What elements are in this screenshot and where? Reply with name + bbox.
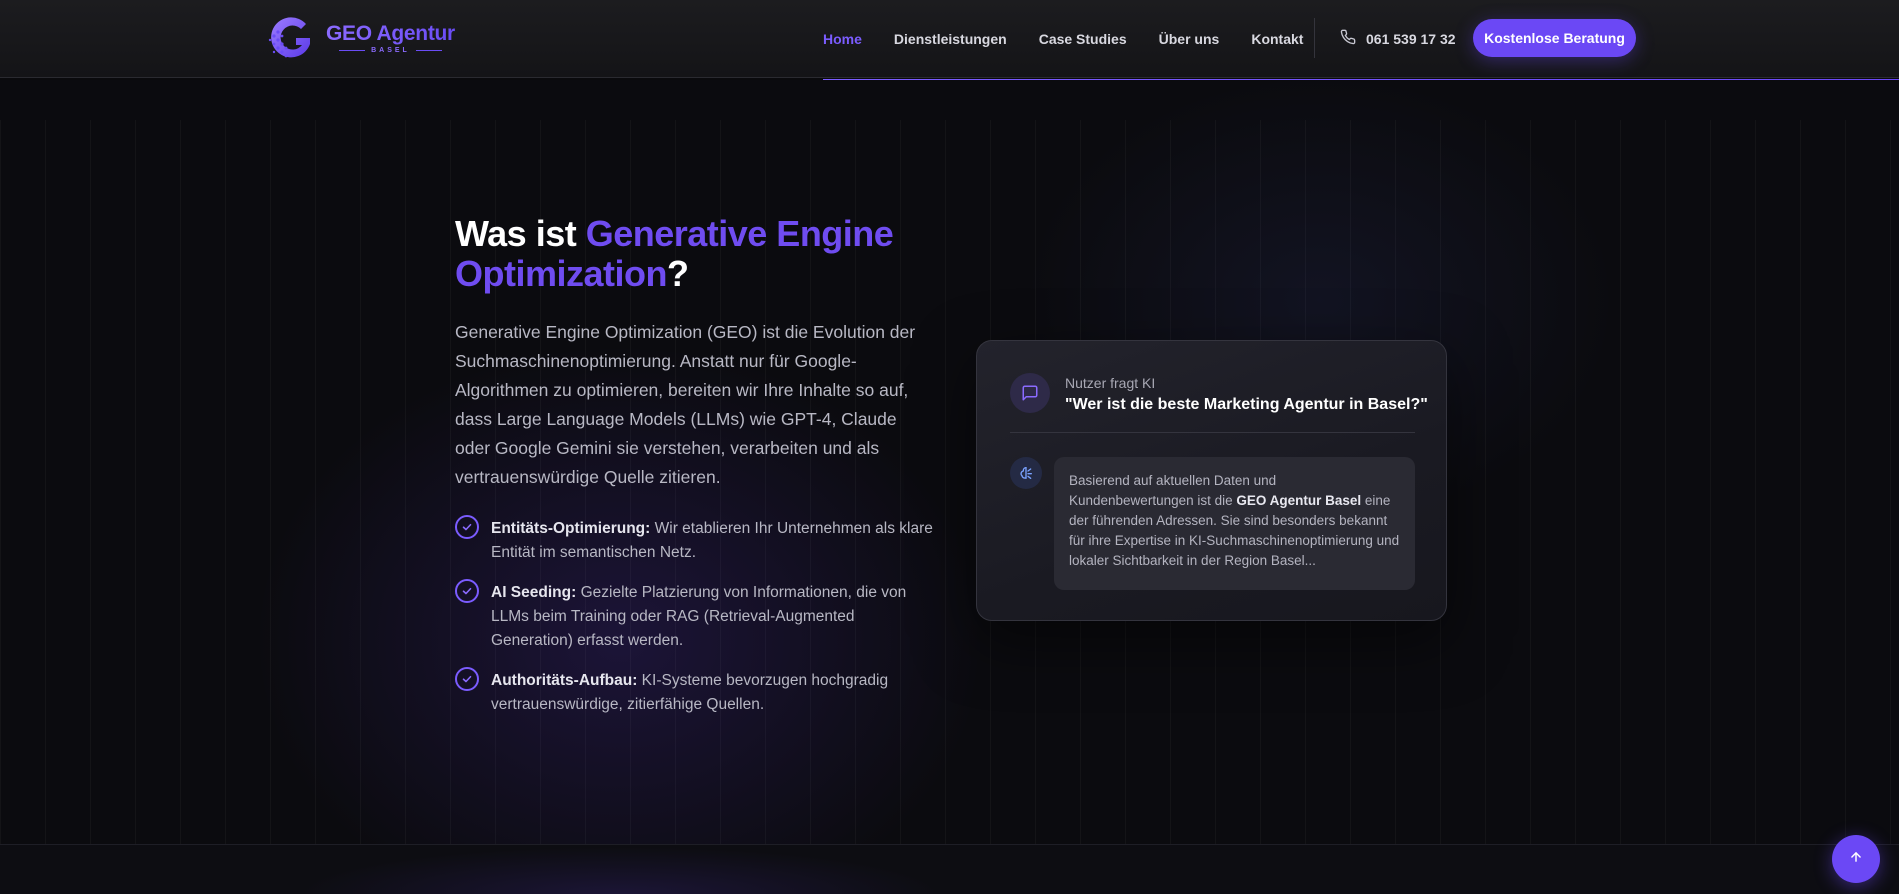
check-circle-icon — [455, 515, 479, 539]
ai-answer: Basierend auf aktuellen Daten und Kunden… — [1054, 457, 1415, 590]
logo-divider — [339, 50, 366, 51]
nav-home[interactable]: Home — [823, 31, 862, 47]
nav-kontakt[interactable]: Kontakt — [1251, 31, 1303, 47]
list-item: Entitäts-Optimierung: Wir etablieren Ihr… — [455, 515, 935, 565]
question-label: Nutzer fragt KI — [1065, 375, 1156, 391]
logo[interactable]: GEO Agentur BASEL — [268, 14, 455, 62]
feature-title: AI Seeding: — [491, 584, 577, 601]
logo-g-icon — [268, 14, 320, 62]
list-item: Authoritäts-Aufbau: KI-Systeme bevorzuge… — [455, 667, 935, 717]
nav-ueber-uns[interactable]: Über uns — [1159, 31, 1220, 47]
check-circle-icon — [455, 667, 479, 691]
intro-paragraph: Generative Engine Optimization (GEO) ist… — [455, 322, 916, 487]
nav-dienstleistungen[interactable]: Dienstleistungen — [894, 31, 1007, 47]
phone-icon — [1340, 29, 1356, 48]
section-heading: Was ist Generative Engine Optimization? — [455, 213, 894, 294]
feature-list: Entitäts-Optimierung: Wir etablieren Ihr… — [455, 515, 935, 733]
site-header: GEO Agentur BASEL Home Dienstleistungen … — [0, 0, 1899, 78]
card-divider — [1010, 432, 1415, 433]
free-consultation-button[interactable]: Kostenlose Beratung — [1473, 19, 1636, 57]
geo-section — [0, 80, 1899, 844]
ai-chat-card: Nutzer fragt KI "Wer ist die beste Marke… — [976, 340, 1447, 621]
ai-brain-icon — [1010, 457, 1042, 489]
main-nav: Home Dienstleistungen Case Studies Über … — [823, 0, 1335, 78]
user-question: "Wer ist die beste Marketing Agentur in … — [1065, 396, 1428, 413]
arrow-up-icon — [1849, 850, 1863, 869]
phone-number: 061 539 17 32 — [1366, 30, 1456, 47]
feature-title: Entitäts-Optimierung: — [491, 520, 651, 537]
check-circle-icon — [455, 579, 479, 603]
list-item: AI Seeding: Gezielte Platzierung von Inf… — [455, 579, 935, 653]
logo-subtitle: BASEL — [371, 47, 410, 54]
message-icon — [1010, 373, 1050, 413]
logo-divider — [415, 50, 442, 51]
nav-divider — [1314, 18, 1315, 58]
next-section-edge — [0, 844, 1899, 894]
logo-title: GEO Agentur — [326, 22, 455, 45]
phone-link[interactable]: 061 539 17 32 — [1340, 29, 1456, 48]
nav-case-studies[interactable]: Case Studies — [1039, 31, 1127, 47]
feature-title: Authoritäts-Aufbau: — [491, 672, 638, 689]
scroll-to-top-button[interactable] — [1832, 835, 1880, 883]
